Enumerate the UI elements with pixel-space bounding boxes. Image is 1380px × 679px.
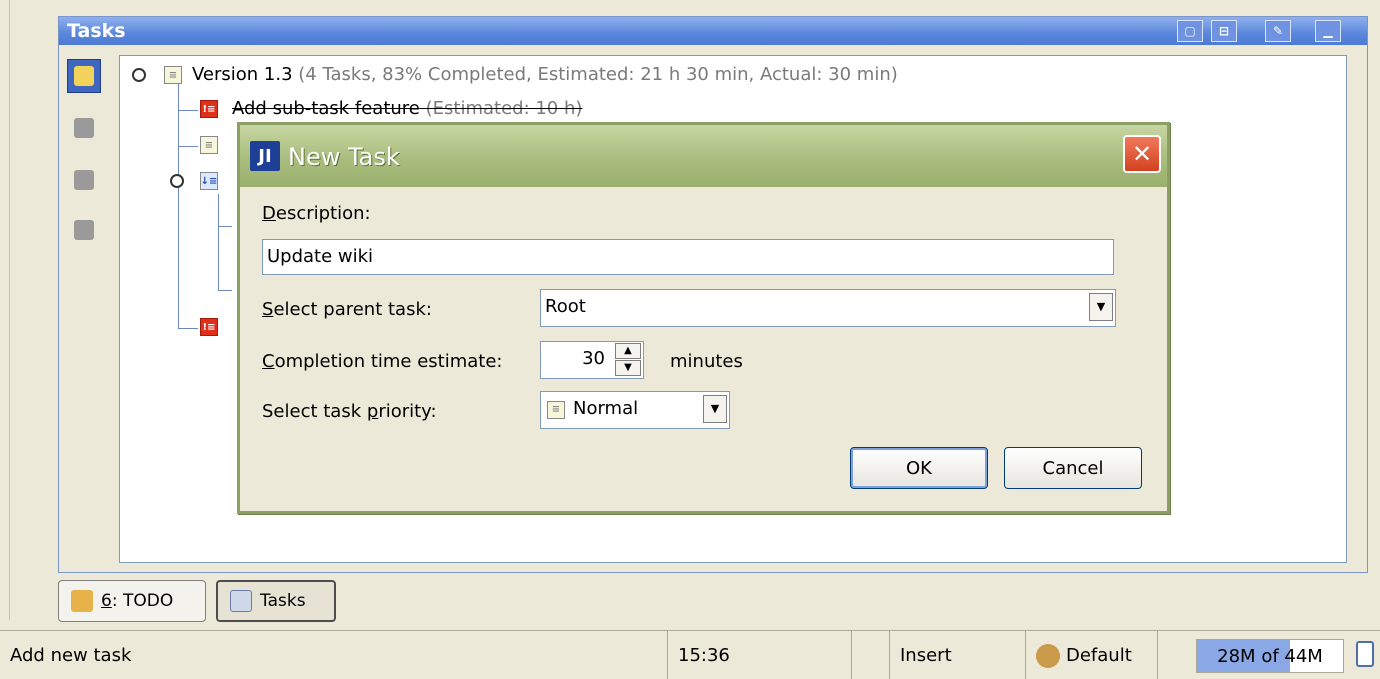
estimate-spinner[interactable]: 30 ▲ ▼: [540, 341, 644, 379]
status-spacer: [852, 631, 890, 679]
cancel-button[interactable]: Cancel: [1004, 447, 1142, 489]
memory-indicator[interactable]: 28M of 44M: [1196, 639, 1344, 673]
task-high-priority-icon: !≡: [200, 318, 218, 336]
priority-label-pre: Select task: [262, 401, 367, 422]
parent-task-select[interactable]: Root ▼: [540, 289, 1116, 327]
priority-label-rest: riority:: [378, 401, 437, 422]
estimate-value: 30: [582, 348, 605, 369]
tab-tasks[interactable]: Tasks: [216, 580, 336, 622]
pin-icon[interactable]: ✎: [1265, 20, 1291, 42]
parent-task-label: Select parent task:: [262, 299, 432, 320]
parent-label-mnemonic: S: [262, 299, 274, 320]
priority-label-mnemonic: p: [366, 401, 379, 422]
root-expander-icon[interactable]: [132, 68, 146, 82]
add-task-button[interactable]: [67, 59, 101, 93]
status-bar: Add new task 15:36 Insert Default 28M of…: [0, 630, 1380, 679]
parent-label-rest: elect parent task:: [273, 299, 432, 320]
tree-connector: [178, 82, 179, 328]
inspector-icon: [1036, 643, 1060, 668]
remove-task-button[interactable]: [67, 111, 101, 145]
description-label-mnemonic: D: [262, 203, 276, 224]
chevron-down-icon[interactable]: ▼: [703, 395, 727, 423]
priority-label: Select task priority:: [262, 401, 437, 422]
tasks-panel-titlebar: Tasks ▢ ⊟ ✎ ▁: [59, 17, 1367, 45]
dock-icon[interactable]: ⊟: [1211, 20, 1237, 42]
tasks-icon: [230, 590, 252, 612]
profile-indicator[interactable]: Default: [1026, 631, 1158, 679]
tree-child-item[interactable]: Add sub-task feature (Estimated: 10 h): [232, 98, 582, 119]
root-name: Version 1.3: [192, 64, 293, 85]
trash-icon[interactable]: [1356, 641, 1374, 667]
tree-connector: [178, 110, 198, 111]
chevron-down-icon[interactable]: ▼: [1089, 293, 1113, 321]
status-message: Add new task: [0, 631, 668, 679]
todo-number: 6: [101, 591, 112, 611]
todo-text: : TODO: [111, 591, 174, 611]
priority-select[interactable]: ≡ Normal ▼: [540, 391, 730, 429]
edit-task-button[interactable]: [67, 163, 101, 197]
profile-name: Default: [1066, 645, 1132, 666]
cursor-position[interactable]: 15:36: [668, 631, 852, 679]
tab-todo-label: 6: TODO: [101, 591, 173, 611]
child-details: (Estimated: 10 h): [425, 98, 583, 119]
float-icon[interactable]: ▢: [1177, 20, 1203, 42]
remove-task-icon: [74, 118, 94, 138]
estimate-label-rest: ompletion time estimate:: [274, 351, 503, 372]
parent-task-value: Root: [545, 296, 586, 317]
dialog-title: New Task: [288, 143, 400, 171]
new-task-dialog: JI New Task ✕ Description: Update wiki S…: [237, 122, 1170, 514]
minimize-icon[interactable]: ▁: [1315, 20, 1341, 42]
child-expander-icon[interactable]: [170, 174, 184, 188]
child-name: Add sub-task feature: [232, 98, 420, 119]
tree-connector: [178, 328, 198, 329]
left-edge-strip: [0, 0, 10, 620]
task-normal-icon: ≡: [200, 136, 218, 154]
tasks-side-toolbar: [59, 45, 115, 325]
tree-connector: [218, 290, 232, 291]
memory-text: 28M of 44M: [1217, 645, 1323, 667]
task-normal-icon: ≡: [164, 66, 182, 84]
todo-icon: [71, 590, 93, 612]
task-high-priority-icon: !≡: [200, 100, 218, 118]
tree-connector: [218, 226, 232, 227]
edit-task-icon: [74, 170, 94, 190]
close-button[interactable]: ✕: [1123, 135, 1161, 173]
description-label-rest: escription:: [275, 203, 371, 224]
task-list-button[interactable]: [67, 213, 101, 247]
root-details: (4 Tasks, 83% Completed, Estimated: 21 h…: [298, 64, 898, 85]
dialog-titlebar[interactable]: JI New Task ✕: [240, 125, 1167, 187]
add-task-icon: [74, 66, 94, 86]
ok-button[interactable]: OK: [850, 447, 988, 489]
tree-connector: [218, 194, 219, 290]
priority-value: Normal: [573, 398, 639, 419]
tree-root-item[interactable]: Version 1.3 (4 Tasks, 83% Completed, Est…: [192, 64, 898, 85]
estimate-label-mnemonic: C: [262, 351, 275, 372]
description-input[interactable]: Update wiki: [262, 239, 1114, 275]
description-label: Description:: [262, 203, 371, 224]
insert-mode[interactable]: Insert: [890, 631, 1026, 679]
tab-todo[interactable]: 6: TODO: [58, 580, 206, 622]
task-normal-icon: ≡: [547, 401, 565, 419]
tasks-panel-title: Tasks: [67, 20, 126, 42]
task-low-priority-icon: ↓≡: [200, 172, 218, 190]
spin-down-icon[interactable]: ▼: [615, 360, 641, 376]
tab-tasks-label: Tasks: [260, 591, 306, 611]
task-list-icon: [74, 220, 94, 240]
app-logo-icon: JI: [250, 141, 280, 171]
tree-connector: [178, 146, 198, 147]
estimate-label: Completion time estimate:: [262, 351, 503, 372]
estimate-unit: minutes: [670, 351, 743, 372]
